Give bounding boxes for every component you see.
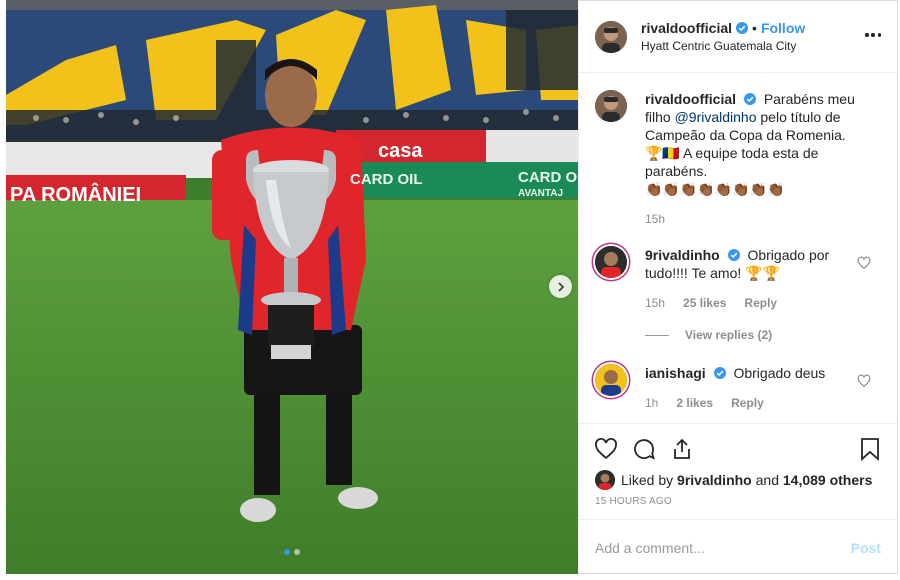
- comments-list[interactable]: rivaldoofficial Parabéns meu filho @9riv…: [579, 74, 897, 424]
- avatar[interactable]: [595, 246, 627, 278]
- follow-button[interactable]: Follow: [761, 20, 805, 36]
- svg-text:AVANTAJ: AVANTAJ: [518, 188, 563, 199]
- like-heart-icon[interactable]: [593, 436, 619, 462]
- verified-badge-icon: [727, 249, 740, 261]
- comment-item: ianishagi Obrigado deus 1h 2 likes Reply: [595, 364, 881, 412]
- liked-by: Liked by 9rivaldinho and 14,089 others: [579, 464, 897, 490]
- comment-likes[interactable]: 25 likes: [683, 294, 726, 312]
- bookmark-icon[interactable]: [857, 436, 883, 462]
- comment-time[interactable]: 15h: [645, 294, 665, 312]
- next-photo-button[interactable]: [549, 275, 572, 298]
- post-side-panel: rivaldoofficial • Follow Hyatt Centric G…: [578, 0, 898, 574]
- comment-bubble-icon[interactable]: [631, 436, 657, 462]
- avatar[interactable]: [595, 20, 627, 53]
- reply-button[interactable]: Reply: [731, 394, 764, 412]
- chevron-right-icon: [557, 281, 564, 292]
- like-comment-heart-icon[interactable]: [857, 256, 871, 270]
- view-replies-button[interactable]: View replies (2): [645, 328, 881, 342]
- caption-emojis: 👏🏾👏🏾👏🏾👏🏾👏🏾👏🏾👏🏾👏🏾: [645, 181, 785, 197]
- verified-badge-icon: [713, 367, 726, 379]
- avatar[interactable]: [595, 90, 627, 122]
- share-icon[interactable]: [669, 436, 695, 462]
- caption-username[interactable]: rivaldoofficial: [645, 91, 736, 107]
- post-comment-button[interactable]: Post: [851, 540, 881, 556]
- carousel-dot: [294, 549, 300, 555]
- comment-item: 9rivaldinho Obrigado por tudo!!!! Te amo…: [595, 246, 881, 312]
- reply-button[interactable]: Reply: [744, 294, 777, 312]
- post-timestamp[interactable]: 15 HOURS AGO: [579, 490, 897, 507]
- caption: rivaldoofficial Parabéns meu filho @9riv…: [595, 90, 881, 228]
- carousel-dot: [284, 549, 290, 555]
- liked-by-user[interactable]: 9rivaldinho: [677, 472, 752, 488]
- add-comment-bar: Post: [579, 519, 897, 575]
- post-actions: Liked by 9rivaldinho and 14,089 others 1…: [579, 423, 897, 575]
- comment-time[interactable]: 1h: [645, 394, 658, 412]
- caption-mention[interactable]: @9rivaldinho: [675, 109, 757, 125]
- comment-input[interactable]: [595, 539, 851, 556]
- svg-text:CARD OIL: CARD OIL: [350, 171, 423, 188]
- verified-badge-icon: [736, 22, 749, 34]
- carousel-dots: [284, 549, 300, 555]
- post-photo[interactable]: PA ROMÂNIEI casa CARD OIL CARD OIL AVANT…: [6, 0, 578, 574]
- svg-text:CARD OIL: CARD OIL: [518, 169, 578, 186]
- header-username[interactable]: rivaldoofficial: [641, 20, 732, 36]
- comment-username[interactable]: ianishagi: [645, 365, 706, 381]
- banner-text: PA ROMÂNIEI: [10, 182, 141, 206]
- post-header: rivaldoofficial • Follow Hyatt Centric G…: [579, 1, 897, 73]
- avatar[interactable]: [595, 364, 627, 396]
- more-options-icon[interactable]: [865, 27, 881, 43]
- likes-count[interactable]: 14,089 others: [783, 472, 873, 488]
- verified-badge-icon: [743, 93, 756, 105]
- svg-text:casa: casa: [378, 140, 423, 162]
- post-image: PA ROMÂNIEI casa CARD OIL CARD OIL AVANT…: [6, 0, 578, 574]
- avatar[interactable]: [595, 470, 615, 490]
- comment-text: Obrigado deus: [733, 365, 826, 381]
- location-link[interactable]: Hyatt Centric Guatemala City: [641, 39, 805, 53]
- caption-time[interactable]: 15h: [645, 210, 665, 228]
- comment-likes[interactable]: 2 likes: [676, 394, 713, 412]
- like-comment-heart-icon[interactable]: [857, 374, 871, 388]
- comment-username[interactable]: 9rivaldinho: [645, 247, 720, 263]
